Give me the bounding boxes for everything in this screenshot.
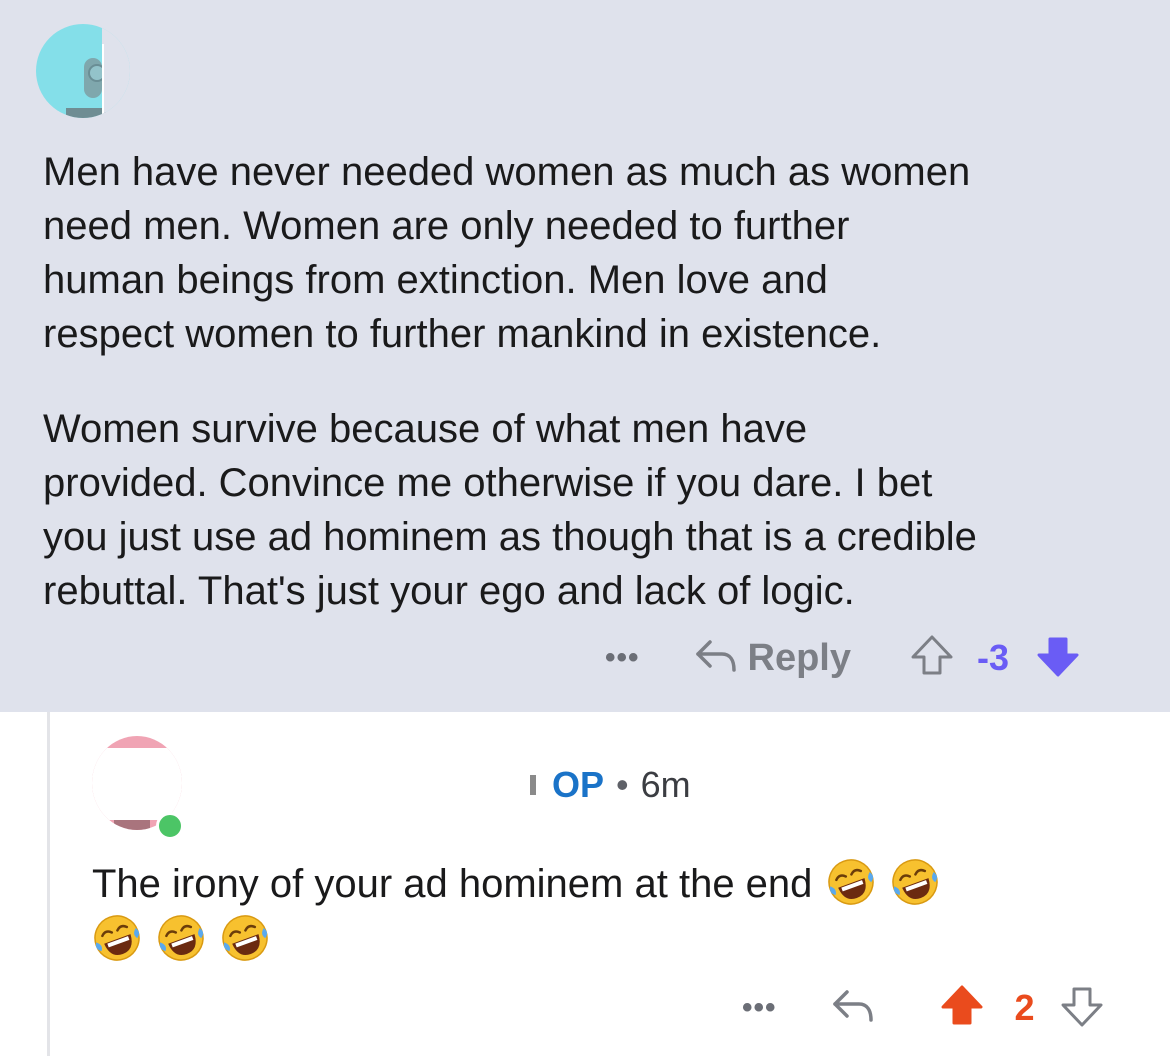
comment-meta: OP • 6m bbox=[530, 760, 691, 810]
avatar[interactable] bbox=[36, 24, 130, 118]
comment-paragraph: Men have never needed women as much as w… bbox=[43, 150, 971, 356]
upvote-icon[interactable] bbox=[939, 983, 985, 1034]
reply-label: Reply bbox=[747, 636, 851, 679]
reply-button[interactable]: Reply bbox=[694, 636, 851, 681]
thread-line[interactable] bbox=[47, 712, 50, 1056]
more-options-button[interactable]: ••• bbox=[742, 993, 777, 1023]
comment-time: 6m bbox=[640, 764, 691, 805]
reply-arrow-icon bbox=[694, 636, 738, 681]
vote-controls: -3 bbox=[909, 633, 1081, 684]
upvote-icon[interactable] bbox=[909, 633, 955, 684]
online-status-dot bbox=[156, 812, 184, 840]
laughing-emoji-icon bbox=[826, 857, 876, 907]
downvote-icon[interactable] bbox=[1059, 983, 1105, 1034]
comment-actions: ••• 2 bbox=[742, 980, 1105, 1036]
op-badge: OP bbox=[552, 764, 605, 805]
comment-actions: ••• Reply -3 bbox=[605, 630, 1081, 686]
comment-text: The irony of your ad hominem at the end bbox=[92, 862, 813, 906]
username-fragment bbox=[530, 775, 536, 795]
comment-body: The irony of your ad hominem at the end bbox=[92, 856, 1092, 968]
vote-score: -3 bbox=[977, 637, 1010, 678]
meta-separator: • bbox=[616, 764, 629, 805]
vote-controls: 2 bbox=[939, 983, 1105, 1034]
comment-paragraph: Women survive because of what men have p… bbox=[43, 407, 977, 613]
laughing-emoji-icon bbox=[92, 913, 142, 963]
laughing-emoji-icon bbox=[890, 857, 940, 907]
reply-arrow-icon[interactable] bbox=[831, 986, 875, 1031]
laughing-emoji-icon bbox=[156, 913, 206, 963]
downvote-icon[interactable] bbox=[1035, 633, 1081, 684]
laughing-emoji-icon bbox=[220, 913, 270, 963]
vote-score: 2 bbox=[1014, 987, 1035, 1028]
more-options-button[interactable]: ••• bbox=[605, 643, 640, 673]
